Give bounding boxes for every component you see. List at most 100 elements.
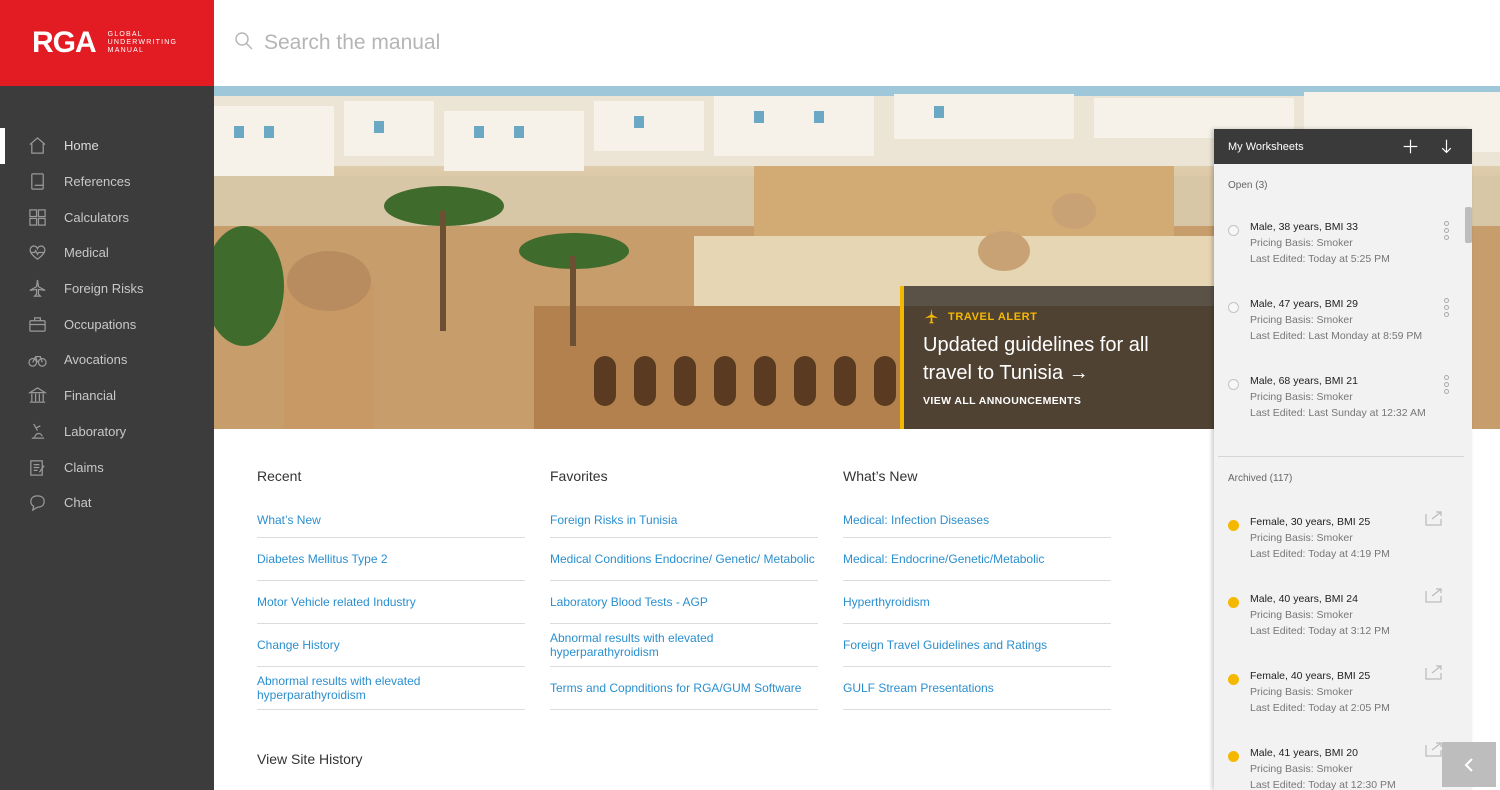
sidebar-item-chat[interactable]: Chat [0, 485, 214, 521]
list-item: Abnormal results with elevated hyperpara… [550, 624, 818, 667]
worksheet-edited: Last Edited: Today at 12:30 PM [1250, 779, 1396, 790]
worksheet-basis: Pricing Basis: Smoker [1250, 314, 1353, 326]
worksheet-edited: Last Edited: Today at 4:19 PM [1250, 548, 1390, 560]
sidebar-item-label: Calculators [64, 209, 130, 225]
whats-new-title: What’s New [843, 468, 918, 484]
whats-new-link[interactable]: Medical: Endocrine/Genetic/Metabolic [843, 552, 1044, 566]
sidebar-item-label: References [64, 174, 131, 190]
lab-icon [27, 421, 47, 441]
worksheet-basis: Pricing Basis: Smoker [1250, 609, 1353, 621]
heart-icon [27, 243, 47, 263]
travel-alert-card[interactable]: TRAVEL ALERT Updated guidelines for all … [900, 286, 1214, 429]
worksheet-item[interactable]: Female, 30 years, BMI 25 Pricing Basis: … [1214, 511, 1472, 593]
clipboard-icon [27, 457, 47, 477]
status-dot[interactable] [1228, 379, 1239, 390]
alert-label: TRAVEL ALERT [923, 308, 1214, 325]
worksheet-item[interactable]: Male, 68 years, BMI 21 Pricing Basis: Sm… [1214, 375, 1472, 452]
worksheet-item[interactable]: Male, 41 years, BMI 20 Pricing Basis: Sm… [1214, 742, 1472, 790]
alert-title[interactable]: Updated guidelines for all travel to Tun… [923, 331, 1203, 387]
recent-link[interactable]: Change History [257, 638, 340, 652]
worksheets-header: My Worksheets [1214, 129, 1472, 164]
sidebar-item-home[interactable]: Home [0, 128, 214, 164]
sidebar-item-claims[interactable]: Claims [0, 449, 214, 485]
worksheet-edited: Last Edited: Today at 2:05 PM [1250, 702, 1390, 714]
whats-new-column: What’s New Medical: Infection Diseases M… [843, 468, 1111, 710]
list-item: What’s New [257, 502, 525, 538]
sidebar-item-avocations[interactable]: Avocations [0, 342, 214, 378]
recent-link[interactable]: Abnormal results with elevated hyperpara… [257, 674, 525, 702]
sidebar: RGA GLOBAL UNDERWRITING MANUAL Home Refe… [0, 0, 214, 790]
sidebar-item-label: Avocations [64, 352, 128, 368]
favorites-column: Favorites Foreign Risks in Tunisia Medic… [550, 468, 818, 710]
sidebar-item-label: Chat [64, 495, 92, 511]
whats-new-list: Medical: Infection Diseases Medical: End… [843, 502, 1111, 710]
collapse-panel-button[interactable] [1442, 742, 1496, 787]
brand-header[interactable]: RGA GLOBAL UNDERWRITING MANUAL [0, 0, 214, 86]
more-options-icon[interactable] [1444, 298, 1450, 319]
more-options-icon[interactable] [1444, 221, 1450, 242]
worksheet-title: Male, 47 years, BMI 29 [1250, 298, 1358, 310]
status-dot [1228, 520, 1239, 531]
sidebar-item-calculators[interactable]: Calculators [0, 199, 214, 235]
list-item: Medical: Infection Diseases [843, 502, 1111, 538]
worksheet-basis: Pricing Basis: Smoker [1250, 532, 1353, 544]
whats-new-link[interactable]: Medical: Infection Diseases [843, 513, 989, 527]
worksheet-item[interactable]: Male, 40 years, BMI 24 Pricing Basis: Sm… [1214, 588, 1472, 670]
favorite-link[interactable]: Abnormal results with elevated hyperpara… [550, 631, 818, 659]
list-item: Diabetes Mellitus Type 2 [257, 538, 525, 581]
search-input[interactable] [264, 31, 964, 55]
worksheet-item[interactable]: Male, 38 years, BMI 33 Pricing Basis: Sm… [1214, 221, 1472, 298]
alert-label-text: TRAVEL ALERT [948, 310, 1038, 323]
list-item: Motor Vehicle related Industry [257, 581, 525, 624]
search-icon[interactable] [234, 31, 254, 56]
worksheet-title: Male, 38 years, BMI 33 [1250, 221, 1358, 233]
share-icon[interactable] [1424, 587, 1444, 606]
worksheet-item[interactable]: Female, 40 years, BMI 25 Pricing Basis: … [1214, 665, 1472, 747]
sidebar-item-medical[interactable]: Medical [0, 235, 214, 271]
worksheet-item[interactable]: Male, 47 years, BMI 29 Pricing Basis: Sm… [1214, 298, 1472, 375]
list-item: Laboratory Blood Tests - AGP [550, 581, 818, 624]
recent-link[interactable]: What’s New [257, 513, 321, 527]
sidebar-item-occupations[interactable]: Occupations [0, 306, 214, 342]
worksheet-basis: Pricing Basis: Smoker [1250, 391, 1353, 403]
recent-column: Recent What’s New Diabetes Mellitus Type… [257, 468, 525, 710]
sidebar-item-foreign-risks[interactable]: Foreign Risks [0, 271, 214, 307]
favorite-link[interactable]: Medical Conditions Endocrine/ Genetic/ M… [550, 552, 815, 566]
whats-new-link[interactable]: GULF Stream Presentations [843, 681, 994, 695]
rga-logo[interactable]: RGA [32, 26, 97, 60]
list-item: Change History [257, 624, 525, 667]
home-icon [27, 136, 47, 156]
share-icon[interactable] [1424, 664, 1444, 683]
status-dot[interactable] [1228, 225, 1239, 236]
worksheets-scrollbar[interactable] [1465, 207, 1472, 243]
sidebar-item-laboratory[interactable]: Laboratory [0, 414, 214, 450]
favorite-link[interactable]: Laboratory Blood Tests - AGP [550, 595, 708, 609]
worksheet-basis: Pricing Basis: Smoker [1250, 237, 1353, 249]
share-icon[interactable] [1424, 510, 1444, 529]
recent-link[interactable]: Diabetes Mellitus Type 2 [257, 552, 388, 566]
list-item: Abnormal results with elevated hyperpara… [257, 667, 525, 710]
view-all-announcements-link[interactable]: VIEW ALL ANNOUNCEMENTS [923, 395, 1081, 407]
whats-new-link[interactable]: Hyperthyroidism [843, 595, 930, 609]
worksheet-title: Male, 68 years, BMI 21 [1250, 375, 1358, 387]
sidebar-item-references[interactable]: References [0, 164, 214, 200]
worksheet-edited: Last Edited: Today at 5:25 PM [1250, 253, 1390, 265]
status-dot [1228, 751, 1239, 762]
worksheet-basis: Pricing Basis: Smoker [1250, 763, 1353, 775]
recent-link[interactable]: Motor Vehicle related Industry [257, 595, 416, 609]
favorite-link[interactable]: Terms and Copnditions for RGA/GUM Softwa… [550, 681, 801, 695]
sidebar-item-financial[interactable]: Financial [0, 378, 214, 414]
sidebar-item-label: Laboratory [64, 423, 127, 439]
worksheet-edited: Last Edited: Last Monday at 8:59 PM [1250, 330, 1423, 342]
whats-new-link[interactable]: Foreign Travel Guidelines and Ratings [843, 638, 1047, 652]
worksheet-edited: Last Edited: Last Sunday at 12:32 AM [1250, 407, 1426, 419]
plus-icon [1403, 139, 1417, 154]
share-icon[interactable] [1424, 741, 1444, 760]
download-worksheet-button[interactable] [1436, 137, 1456, 157]
more-options-icon[interactable] [1444, 375, 1450, 396]
status-dot[interactable] [1228, 302, 1239, 313]
briefcase-icon [27, 314, 47, 334]
airplane-icon [27, 279, 47, 299]
favorite-link[interactable]: Foreign Risks in Tunisia [550, 513, 677, 527]
add-worksheet-button[interactable] [1400, 137, 1420, 157]
